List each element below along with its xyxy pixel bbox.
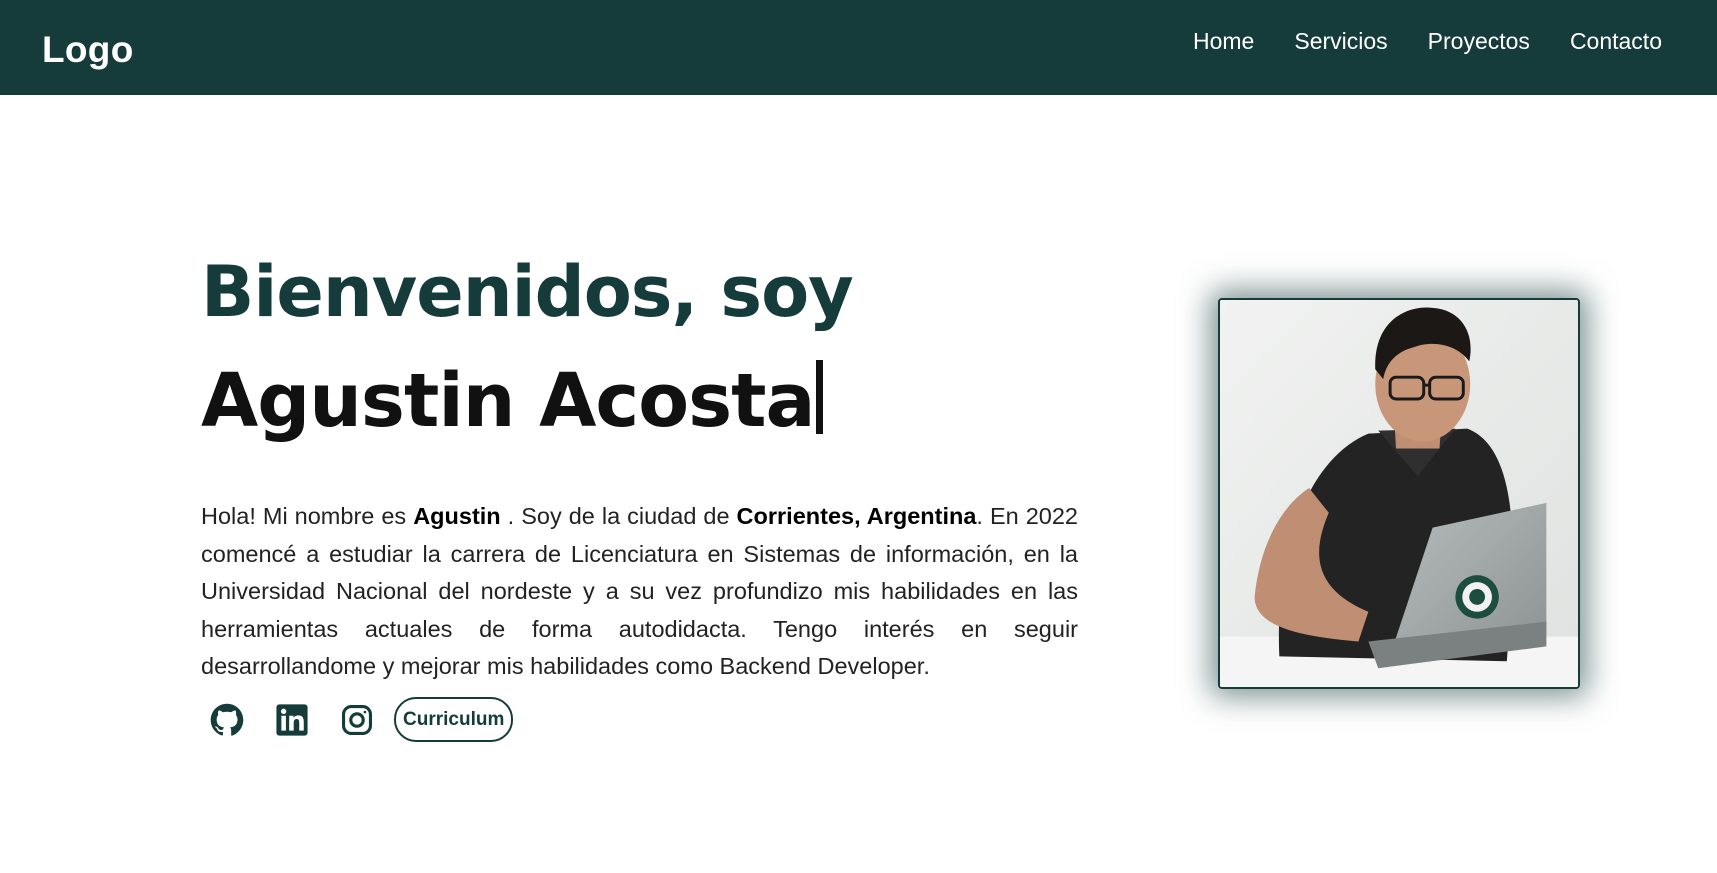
nav-link-home[interactable]: Home [1193,28,1254,55]
hero-name: Agustin Acosta [201,346,1078,456]
bio-city: Corrientes, Argentina [736,503,977,529]
nav-links: Home Servicios Proyectos Contacto [1193,28,1662,55]
typing-cursor [816,360,824,434]
github-icon[interactable] [205,698,249,742]
hero-section: Bienvenidos, soy Agustin Acosta Hola! Mi… [201,245,1078,686]
instagram-icon[interactable] [335,698,379,742]
profile-photo-illustration [1220,300,1578,687]
profile-photo [1218,298,1580,689]
navbar: Logo Home Servicios Proyectos Contacto [0,0,1717,95]
hero-name-text: Agustin Acosta [201,358,815,444]
nav-link-servicios[interactable]: Servicios [1294,28,1387,55]
bio-text-3: . En 2022 comencé a estudiar la carrera … [201,503,1078,680]
linkedin-icon-glyph [276,703,308,736]
instagram-icon-glyph [341,704,373,735]
linkedin-icon[interactable] [270,698,314,742]
bio-paragraph: Hola! Mi nombre es Agustin . Soy de la c… [201,498,1078,686]
hero-greeting: Bienvenidos, soy [201,251,854,333]
logo[interactable]: Logo [42,29,134,71]
nav-link-proyectos[interactable]: Proyectos [1428,28,1530,55]
social-links: Curriculum [205,697,514,742]
github-icon-glyph [210,703,244,736]
nav-link-contacto[interactable]: Contacto [1570,28,1662,55]
curriculum-button[interactable]: Curriculum [394,697,514,742]
bio-name: Agustin [413,503,501,529]
bio-text-1: Hola! Mi nombre es [201,503,414,529]
bio-text-2: . Soy de la ciudad de [500,503,737,529]
